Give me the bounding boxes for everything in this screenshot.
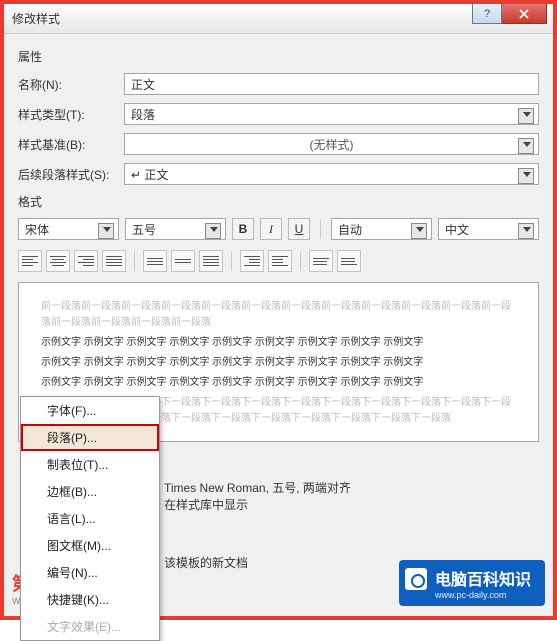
window-title: 修改样式	[12, 10, 60, 27]
separator	[320, 219, 321, 239]
indent-dec-button[interactable]	[240, 250, 264, 272]
format-context-menu: 字体(F)... 段落(P)... 制表位(T)... 边框(B)... 语言(…	[20, 396, 160, 641]
menu-numbering[interactable]: 编号(N)...	[21, 559, 159, 586]
separator	[300, 251, 301, 271]
color-combo[interactable]: 自动	[331, 218, 432, 240]
watermark-right-main: 电脑百科知识	[435, 572, 531, 589]
separator	[134, 251, 135, 271]
watermark-right-sub: www.pc-daily.com	[435, 590, 531, 600]
menu-frame[interactable]: 图文框(M)...	[21, 532, 159, 559]
line-spacing-3-button[interactable]	[199, 250, 223, 272]
name-value: 正文	[131, 76, 155, 93]
chevron-down-icon	[416, 227, 424, 232]
style-base-value: (无样式)	[310, 136, 354, 153]
chevron-down-icon	[210, 227, 218, 232]
preview-sample-1: 示例文字 示例文字 示例文字 示例文字 示例文字 示例文字 示例文字 示例文字 …	[41, 335, 516, 351]
name-label: 名称(N):	[18, 76, 110, 93]
align-right-button[interactable]	[74, 250, 98, 272]
chevron-down-icon	[523, 112, 531, 117]
indent-inc-button[interactable]	[268, 250, 292, 272]
chevron-down-icon	[523, 227, 531, 232]
space-before-button[interactable]	[309, 250, 333, 272]
close-button[interactable]	[502, 4, 547, 24]
style-type-combo[interactable]: 段落	[124, 103, 539, 125]
menu-language[interactable]: 语言(L)...	[21, 505, 159, 532]
align-center-button[interactable]	[46, 250, 70, 272]
info-line-3: 该模板的新文档	[164, 554, 248, 571]
preview-before: 前一段落前一段落前一段落前一段落前一段落前一段落前一段落前一段落前一段落前一段落…	[41, 299, 516, 331]
follow-style-value: ↵ 正文	[131, 166, 168, 183]
bold-button[interactable]: B	[232, 218, 254, 240]
menu-text-effect: 文字效果(E)...	[21, 613, 159, 640]
line-spacing-2-button[interactable]	[171, 250, 195, 272]
name-input[interactable]: 正文	[124, 73, 539, 95]
lang-value: 中文	[445, 221, 469, 238]
font-combo[interactable]: 宋体	[18, 218, 119, 240]
space-after-button[interactable]	[337, 250, 361, 272]
underline-button[interactable]: U	[288, 218, 310, 240]
watermark-right: 电脑百科知识 www.pc-daily.com	[399, 560, 545, 606]
preview-sample-2: 示例文字 示例文字 示例文字 示例文字 示例文字 示例文字 示例文字 示例文字 …	[41, 355, 516, 371]
format-section-label: 格式	[18, 193, 539, 210]
follow-style-label: 后续段落样式(S):	[18, 166, 110, 183]
align-justify-button[interactable]	[102, 250, 126, 272]
lang-combo[interactable]: 中文	[438, 218, 539, 240]
preview-sample-3: 示例文字 示例文字 示例文字 示例文字 示例文字 示例文字 示例文字 示例文字 …	[41, 375, 516, 391]
info-line-2: 在样式库中显示	[164, 496, 248, 513]
color-value: 自动	[338, 221, 362, 238]
size-combo[interactable]: 五号	[125, 218, 226, 240]
menu-border[interactable]: 边框(B)...	[21, 478, 159, 505]
style-base-combo[interactable]: (无样式)	[124, 133, 539, 155]
chevron-down-icon	[523, 142, 531, 147]
style-type-label: 样式类型(T):	[18, 106, 110, 123]
menu-shortcut[interactable]: 快捷键(K)...	[21, 586, 159, 613]
italic-button[interactable]: I	[260, 218, 282, 240]
align-left-button[interactable]	[18, 250, 42, 272]
menu-tabs[interactable]: 制表位(T)...	[21, 451, 159, 478]
titlebar: 修改样式 ?	[4, 4, 553, 34]
props-section-label: 属性	[18, 48, 539, 65]
menu-paragraph[interactable]: 段落(P)...	[21, 424, 159, 451]
separator	[231, 251, 232, 271]
style-type-value: 段落	[131, 106, 155, 123]
menu-font[interactable]: 字体(F)...	[21, 397, 159, 424]
size-value: 五号	[132, 221, 156, 238]
follow-style-combo[interactable]: ↵ 正文	[124, 163, 539, 185]
chevron-down-icon	[523, 172, 531, 177]
info-line-1: Times New Roman, 五号, 两端对齐	[164, 479, 351, 496]
font-value: 宋体	[25, 221, 49, 238]
style-base-label: 样式基准(B):	[18, 136, 110, 153]
line-spacing-1-button[interactable]	[143, 250, 167, 272]
chevron-down-icon	[103, 227, 111, 232]
help-button[interactable]: ?	[472, 4, 502, 24]
